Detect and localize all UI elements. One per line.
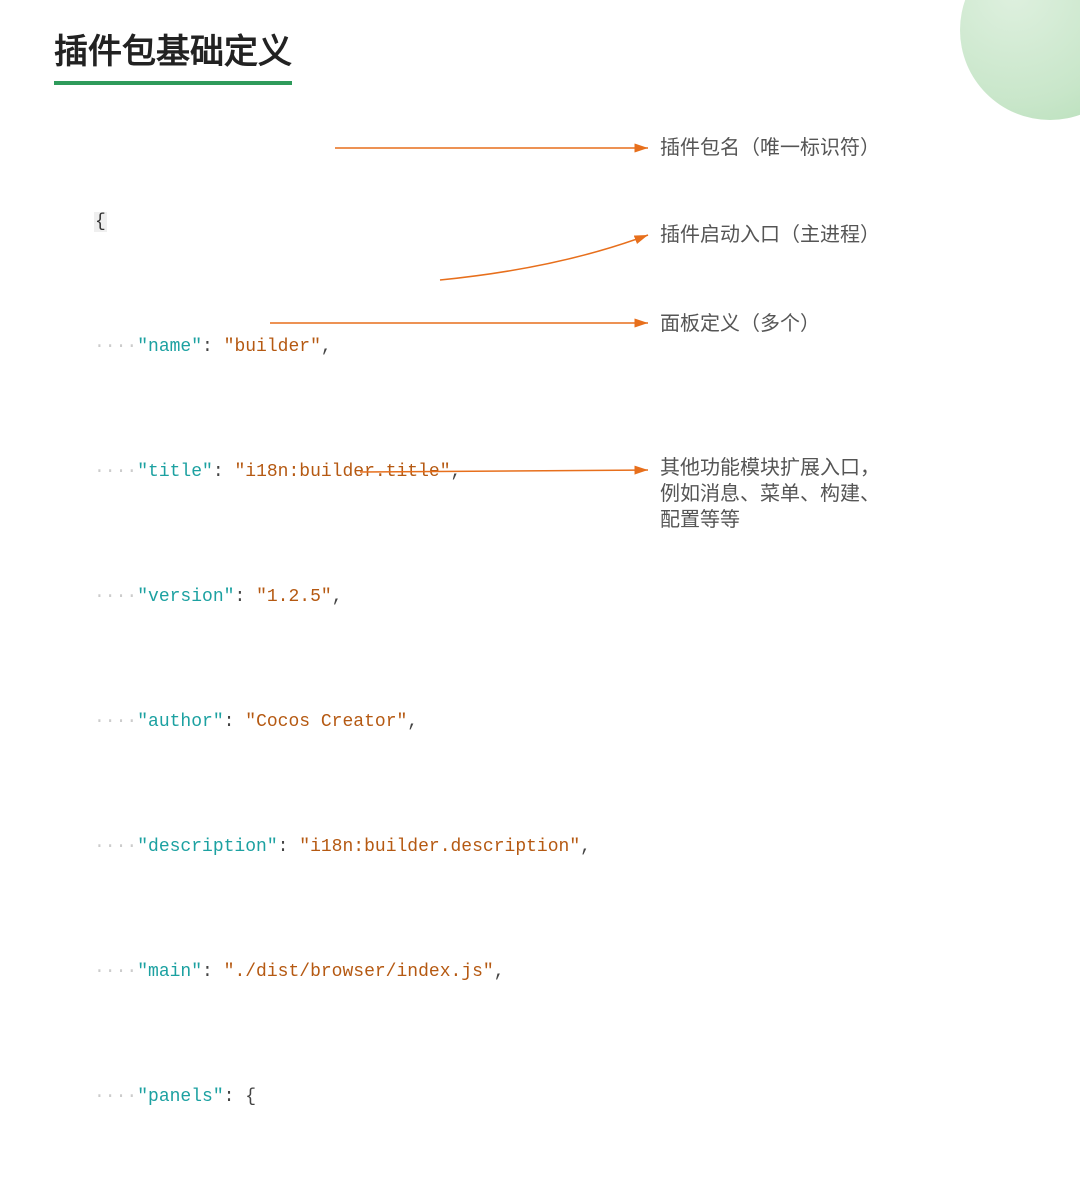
annotation-main: 插件启动入口（主进程） bbox=[660, 222, 880, 248]
code-line: { bbox=[78, 210, 578, 235]
code-line-description: ····"description": "i18n:builder.descrip… bbox=[78, 835, 578, 860]
annotation-contributions: 其他功能模块扩展入口， 例如消息、菜单、构建、 配置等等 bbox=[660, 455, 880, 533]
code-line-author: ····"author": "Cocos Creator", bbox=[78, 710, 578, 735]
slide-title: 插件包基础定义 bbox=[54, 24, 292, 85]
code-line-main: ····"main": "./dist/browser/index.js", bbox=[78, 960, 578, 985]
code-line-name: ····"name": "builder", bbox=[78, 335, 578, 360]
annotation-name: 插件包名（唯一标识符） bbox=[660, 135, 880, 161]
code-line-title: ····"title": "i18n:builder.title", bbox=[78, 460, 578, 485]
annotation-panels: 面板定义（多个） bbox=[660, 311, 820, 337]
code-block: { ····"name": "builder", ····"title": "i… bbox=[78, 110, 578, 1196]
code-line-panels: ····"panels": { bbox=[78, 1085, 578, 1110]
corner-decoration bbox=[960, 0, 1080, 120]
